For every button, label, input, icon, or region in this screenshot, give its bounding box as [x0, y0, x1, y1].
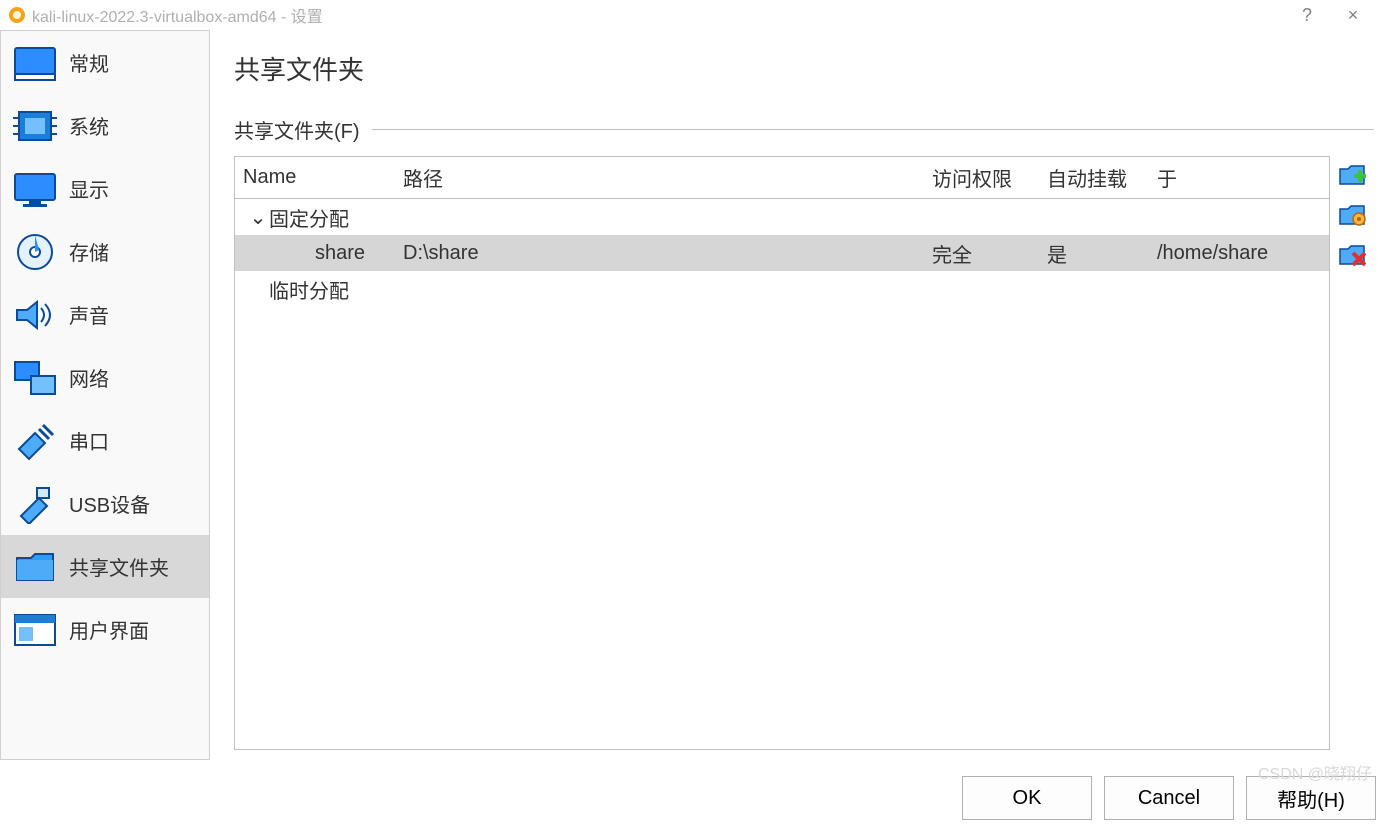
user-interface-icon	[11, 606, 59, 654]
sidebar-item-label: 常规	[69, 48, 109, 77]
col-name[interactable]: Name	[235, 162, 395, 193]
sidebar-item-user-interface[interactable]: 用户界面	[1, 598, 209, 661]
cell-at: /home/share	[1149, 238, 1329, 269]
add-folder-button[interactable]	[1337, 160, 1367, 190]
group-label: 固定分配	[269, 203, 349, 232]
chevron-down-icon[interactable]: ⌄	[247, 205, 269, 230]
sidebar-item-label: 共享文件夹	[69, 552, 169, 581]
shared-folders-icon	[11, 543, 59, 591]
usb-icon	[11, 480, 59, 528]
settings-sidebar: 常规 系统 显示 存储 声音	[0, 30, 210, 760]
edit-folder-button[interactable]	[1337, 200, 1367, 230]
app-icon	[8, 6, 26, 24]
shared-folders-table[interactable]: Name 路径 访问权限 自动挂载 于 ⌄ 固定分配 share D:\shar…	[234, 156, 1330, 750]
general-icon	[11, 39, 59, 87]
table-header: Name 路径 访问权限 自动挂载 于	[235, 157, 1329, 199]
sidebar-item-shared-folders[interactable]: 共享文件夹	[1, 535, 209, 598]
display-icon	[11, 165, 59, 213]
sidebar-item-system[interactable]: 系统	[1, 94, 209, 157]
col-automount[interactable]: 自动挂载	[1039, 159, 1149, 196]
sidebar-item-audio[interactable]: 声音	[1, 283, 209, 346]
col-at[interactable]: 于	[1149, 159, 1329, 196]
content-pane: 共享文件夹 共享文件夹(F) Name 路径 访问权限 自动挂载 于 ⌄ 固定分…	[210, 30, 1384, 760]
sidebar-item-display[interactable]: 显示	[1, 157, 209, 220]
sidebar-item-label: 存储	[69, 237, 109, 266]
titlebar: kali-linux-2022.3-virtualbox-amd64 - 设置 …	[0, 0, 1384, 30]
col-access[interactable]: 访问权限	[924, 159, 1039, 196]
cell-name: share	[235, 238, 395, 269]
cell-path: D:\share	[395, 238, 924, 269]
group-label: 临时分配	[269, 275, 349, 304]
table-row[interactable]: share D:\share 完全 是 /home/share	[235, 235, 1329, 271]
close-button[interactable]: ×	[1330, 5, 1376, 26]
storage-icon	[11, 228, 59, 276]
sidebar-item-label: 网络	[69, 363, 109, 392]
section-label: 共享文件夹(F)	[234, 115, 360, 144]
cell-automount: 是	[1039, 235, 1149, 272]
cell-access: 完全	[924, 235, 1039, 272]
dialog-buttons: OK Cancel 帮助(H)	[0, 760, 1384, 828]
sidebar-item-storage[interactable]: 存储	[1, 220, 209, 283]
help-button[interactable]: 帮助(H)	[1246, 776, 1376, 820]
sidebar-item-label: 系统	[69, 111, 109, 140]
help-button[interactable]: ?	[1284, 5, 1330, 26]
col-path[interactable]: 路径	[395, 159, 924, 196]
sidebar-item-network[interactable]: 网络	[1, 346, 209, 409]
section-rule	[372, 129, 1374, 130]
table-tools	[1330, 156, 1374, 750]
sidebar-item-label: 声音	[69, 300, 109, 329]
ok-button[interactable]: OK	[962, 776, 1092, 820]
table-group-fixed[interactable]: ⌄ 固定分配	[235, 199, 1329, 235]
sidebar-item-label: 显示	[69, 174, 109, 203]
sidebar-item-label: 用户界面	[69, 615, 149, 644]
sidebar-item-label: 串口	[69, 426, 109, 455]
audio-icon	[11, 291, 59, 339]
serial-icon	[11, 417, 59, 465]
sidebar-item-label: USB设备	[69, 489, 150, 518]
section-header: 共享文件夹(F)	[234, 115, 1374, 144]
sidebar-item-usb[interactable]: USB设备	[1, 472, 209, 535]
system-icon	[11, 102, 59, 150]
sidebar-item-general[interactable]: 常规	[1, 31, 209, 94]
cancel-button[interactable]: Cancel	[1104, 776, 1234, 820]
network-icon	[11, 354, 59, 402]
remove-folder-button[interactable]	[1337, 240, 1367, 270]
sidebar-item-serial[interactable]: 串口	[1, 409, 209, 472]
table-group-transient[interactable]: ⌄ 临时分配	[235, 271, 1329, 307]
window-title: kali-linux-2022.3-virtualbox-amd64 - 设置	[32, 3, 1284, 27]
page-title: 共享文件夹	[234, 50, 1374, 87]
